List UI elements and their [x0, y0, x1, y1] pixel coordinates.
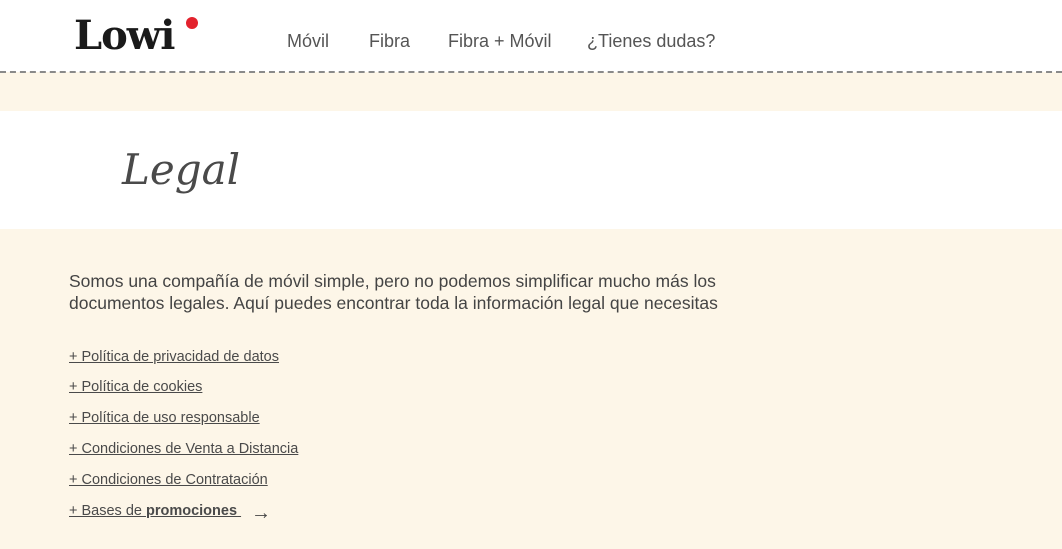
link-bases-promociones[interactable]: + Bases de promociones →: [69, 502, 271, 524]
logo-dot-icon: [186, 17, 198, 29]
link-contratacion[interactable]: + Condiciones de Contratación: [69, 472, 268, 488]
page-title: Legal: [121, 145, 240, 194]
page-title-text: Legal: [121, 145, 240, 194]
nav-fibra-movil[interactable]: Fibra + Móvil: [448, 30, 552, 52]
link-uso-responsable[interactable]: + Política de uso responsable: [69, 410, 260, 426]
intro-line-1: Somos una compañía de móvil simple, pero…: [69, 271, 716, 291]
logo-text: Lowi: [74, 12, 175, 59]
link-venta-distancia[interactable]: + Condiciones de Venta a Distancia: [69, 441, 298, 457]
lowi-logo[interactable]: Lowi: [72, 12, 204, 59]
nav-tienes-dudas[interactable]: ¿Tienes dudas?: [587, 30, 715, 52]
header-dashed-divider: [0, 71, 1062, 73]
link-cookies[interactable]: + Política de cookies: [69, 379, 202, 395]
arrow-right-icon: →: [251, 502, 271, 524]
nav-movil[interactable]: Móvil: [287, 30, 329, 52]
link-privacidad[interactable]: + Política de privacidad de datos: [69, 349, 279, 365]
intro-line-2: documentos legales. Aquí puedes encontra…: [69, 293, 718, 313]
promo-link-bold: promociones: [145, 503, 238, 519]
intro-text: Somos una compañía de móvil simple, pero…: [69, 270, 769, 314]
nav-fibra[interactable]: Fibra: [369, 30, 410, 52]
site-header: Lowi Móvil Fibra Fibra + Móvil ¿Tienes d…: [0, 0, 1062, 72]
promo-link-prefix: + Bases de: [69, 503, 146, 519]
